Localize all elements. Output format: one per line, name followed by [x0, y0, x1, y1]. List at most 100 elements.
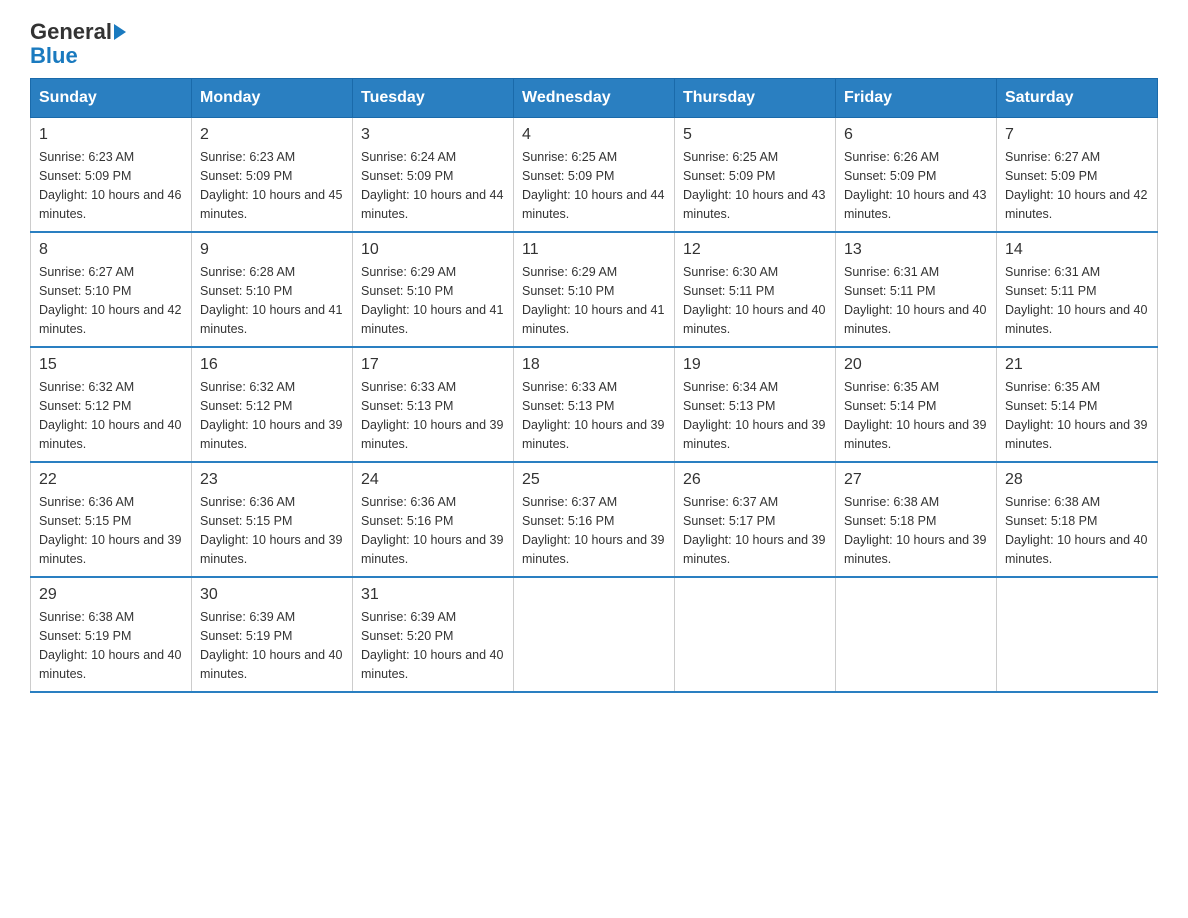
day-number: 27 [844, 471, 988, 489]
calendar-cell: 15 Sunrise: 6:32 AM Sunset: 5:12 PM Dayl… [31, 347, 192, 462]
logo-general: General [30, 20, 112, 44]
daylight-label: Daylight: 10 hours and 40 minutes. [200, 648, 342, 681]
day-info: Sunrise: 6:28 AM Sunset: 5:10 PM Dayligh… [200, 263, 344, 338]
daylight-label: Daylight: 10 hours and 45 minutes. [200, 188, 342, 221]
sunrise-label: Sunrise: 6:33 AM [361, 380, 456, 394]
day-number: 9 [200, 241, 344, 259]
sunrise-label: Sunrise: 6:38 AM [1005, 495, 1100, 509]
sunrise-label: Sunrise: 6:38 AM [844, 495, 939, 509]
sunrise-label: Sunrise: 6:39 AM [200, 610, 295, 624]
sunset-label: Sunset: 5:11 PM [844, 284, 936, 298]
sunrise-label: Sunrise: 6:36 AM [200, 495, 295, 509]
daylight-label: Daylight: 10 hours and 40 minutes. [1005, 303, 1147, 336]
logo-arrow-icon [114, 24, 126, 40]
sunset-label: Sunset: 5:18 PM [1005, 514, 1097, 528]
day-number: 18 [522, 356, 666, 374]
sunset-label: Sunset: 5:09 PM [683, 169, 775, 183]
daylight-label: Daylight: 10 hours and 39 minutes. [361, 418, 503, 451]
day-number: 11 [522, 241, 666, 259]
day-number: 10 [361, 241, 505, 259]
sunrise-label: Sunrise: 6:38 AM [39, 610, 134, 624]
sunset-label: Sunset: 5:09 PM [1005, 169, 1097, 183]
daylight-label: Daylight: 10 hours and 42 minutes. [1005, 188, 1147, 221]
logo: General Blue [30, 20, 126, 68]
sunrise-label: Sunrise: 6:35 AM [844, 380, 939, 394]
day-number: 23 [200, 471, 344, 489]
day-number: 7 [1005, 126, 1149, 144]
daylight-label: Daylight: 10 hours and 44 minutes. [361, 188, 503, 221]
header-tuesday: Tuesday [353, 79, 514, 118]
day-info: Sunrise: 6:37 AM Sunset: 5:16 PM Dayligh… [522, 493, 666, 568]
day-number: 16 [200, 356, 344, 374]
calendar-cell: 1 Sunrise: 6:23 AM Sunset: 5:09 PM Dayli… [31, 118, 192, 233]
sunrise-label: Sunrise: 6:30 AM [683, 265, 778, 279]
calendar-cell: 4 Sunrise: 6:25 AM Sunset: 5:09 PM Dayli… [514, 118, 675, 233]
sunrise-label: Sunrise: 6:23 AM [39, 150, 134, 164]
sunset-label: Sunset: 5:16 PM [522, 514, 614, 528]
daylight-label: Daylight: 10 hours and 39 minutes. [683, 418, 825, 451]
day-info: Sunrise: 6:31 AM Sunset: 5:11 PM Dayligh… [844, 263, 988, 338]
calendar-cell: 23 Sunrise: 6:36 AM Sunset: 5:15 PM Dayl… [192, 462, 353, 577]
sunset-label: Sunset: 5:20 PM [361, 629, 453, 643]
calendar-cell: 14 Sunrise: 6:31 AM Sunset: 5:11 PM Dayl… [997, 232, 1158, 347]
day-info: Sunrise: 6:38 AM Sunset: 5:18 PM Dayligh… [1005, 493, 1149, 568]
header-wednesday: Wednesday [514, 79, 675, 118]
sunrise-label: Sunrise: 6:24 AM [361, 150, 456, 164]
daylight-label: Daylight: 10 hours and 40 minutes. [39, 418, 181, 451]
daylight-label: Daylight: 10 hours and 41 minutes. [522, 303, 664, 336]
calendar-cell: 11 Sunrise: 6:29 AM Sunset: 5:10 PM Dayl… [514, 232, 675, 347]
sunset-label: Sunset: 5:13 PM [522, 399, 614, 413]
day-info: Sunrise: 6:24 AM Sunset: 5:09 PM Dayligh… [361, 148, 505, 223]
sunrise-label: Sunrise: 6:36 AM [361, 495, 456, 509]
daylight-label: Daylight: 10 hours and 40 minutes. [1005, 533, 1147, 566]
sunset-label: Sunset: 5:16 PM [361, 514, 453, 528]
calendar-cell: 29 Sunrise: 6:38 AM Sunset: 5:19 PM Dayl… [31, 577, 192, 692]
calendar-cell: 20 Sunrise: 6:35 AM Sunset: 5:14 PM Dayl… [836, 347, 997, 462]
sunset-label: Sunset: 5:15 PM [39, 514, 131, 528]
day-info: Sunrise: 6:33 AM Sunset: 5:13 PM Dayligh… [361, 378, 505, 453]
sunrise-label: Sunrise: 6:31 AM [1005, 265, 1100, 279]
calendar-cell: 10 Sunrise: 6:29 AM Sunset: 5:10 PM Dayl… [353, 232, 514, 347]
calendar-table: SundayMondayTuesdayWednesdayThursdayFrid… [30, 78, 1158, 693]
day-info: Sunrise: 6:25 AM Sunset: 5:09 PM Dayligh… [522, 148, 666, 223]
daylight-label: Daylight: 10 hours and 39 minutes. [844, 418, 986, 451]
calendar-cell: 24 Sunrise: 6:36 AM Sunset: 5:16 PM Dayl… [353, 462, 514, 577]
sunrise-label: Sunrise: 6:27 AM [39, 265, 134, 279]
day-number: 6 [844, 126, 988, 144]
calendar-week-4: 22 Sunrise: 6:36 AM Sunset: 5:15 PM Dayl… [31, 462, 1158, 577]
day-number: 20 [844, 356, 988, 374]
sunrise-label: Sunrise: 6:31 AM [844, 265, 939, 279]
calendar-cell: 21 Sunrise: 6:35 AM Sunset: 5:14 PM Dayl… [997, 347, 1158, 462]
sunset-label: Sunset: 5:13 PM [683, 399, 775, 413]
daylight-label: Daylight: 10 hours and 39 minutes. [844, 533, 986, 566]
calendar-cell: 7 Sunrise: 6:27 AM Sunset: 5:09 PM Dayli… [997, 118, 1158, 233]
daylight-label: Daylight: 10 hours and 39 minutes. [522, 418, 664, 451]
sunrise-label: Sunrise: 6:29 AM [522, 265, 617, 279]
sunset-label: Sunset: 5:12 PM [200, 399, 292, 413]
calendar-cell: 12 Sunrise: 6:30 AM Sunset: 5:11 PM Dayl… [675, 232, 836, 347]
day-info: Sunrise: 6:37 AM Sunset: 5:17 PM Dayligh… [683, 493, 827, 568]
sunset-label: Sunset: 5:19 PM [200, 629, 292, 643]
page-header: General Blue [30, 20, 1158, 68]
day-number: 4 [522, 126, 666, 144]
day-number: 21 [1005, 356, 1149, 374]
calendar-cell: 16 Sunrise: 6:32 AM Sunset: 5:12 PM Dayl… [192, 347, 353, 462]
day-info: Sunrise: 6:23 AM Sunset: 5:09 PM Dayligh… [39, 148, 183, 223]
day-info: Sunrise: 6:27 AM Sunset: 5:10 PM Dayligh… [39, 263, 183, 338]
daylight-label: Daylight: 10 hours and 43 minutes. [844, 188, 986, 221]
sunrise-label: Sunrise: 6:33 AM [522, 380, 617, 394]
day-number: 3 [361, 126, 505, 144]
calendar-cell: 5 Sunrise: 6:25 AM Sunset: 5:09 PM Dayli… [675, 118, 836, 233]
day-number: 2 [200, 126, 344, 144]
daylight-label: Daylight: 10 hours and 43 minutes. [683, 188, 825, 221]
daylight-label: Daylight: 10 hours and 39 minutes. [683, 533, 825, 566]
day-info: Sunrise: 6:36 AM Sunset: 5:15 PM Dayligh… [39, 493, 183, 568]
calendar-week-3: 15 Sunrise: 6:32 AM Sunset: 5:12 PM Dayl… [31, 347, 1158, 462]
day-info: Sunrise: 6:32 AM Sunset: 5:12 PM Dayligh… [39, 378, 183, 453]
day-info: Sunrise: 6:39 AM Sunset: 5:20 PM Dayligh… [361, 608, 505, 683]
sunrise-label: Sunrise: 6:39 AM [361, 610, 456, 624]
day-info: Sunrise: 6:36 AM Sunset: 5:16 PM Dayligh… [361, 493, 505, 568]
sunset-label: Sunset: 5:09 PM [361, 169, 453, 183]
day-number: 26 [683, 471, 827, 489]
sunset-label: Sunset: 5:14 PM [1005, 399, 1097, 413]
